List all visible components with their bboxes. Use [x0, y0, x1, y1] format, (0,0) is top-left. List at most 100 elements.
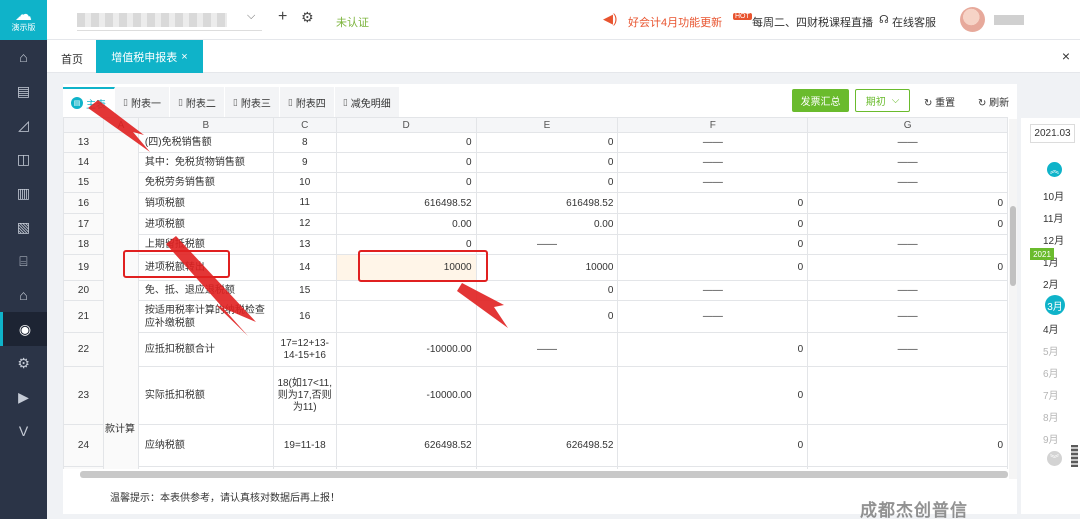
- value-cell-f[interactable]: 0: [617, 192, 809, 214]
- company-name-blurred[interactable]: [77, 13, 227, 27]
- line-number-cell[interactable]: 16: [272, 300, 337, 333]
- row-number[interactable]: 18: [63, 234, 104, 255]
- item-name-cell[interactable]: 进项税额: [137, 213, 274, 235]
- value-cell-e[interactable]: 0: [475, 280, 619, 301]
- value-cell-g[interactable]: 0: [807, 424, 1008, 467]
- value-cell-g[interactable]: 0: [807, 213, 1008, 235]
- value-cell-d[interactable]: 0.00: [335, 213, 477, 235]
- value-cell-e[interactable]: ——: [475, 234, 619, 255]
- value-cell-d[interactable]: 0: [335, 234, 477, 255]
- promo-link[interactable]: 好会计4月功能更新: [628, 14, 722, 30]
- nav-v-icon[interactable]: V: [0, 414, 47, 448]
- line-number-cell[interactable]: 12: [272, 213, 337, 235]
- line-number-cell[interactable]: 11: [272, 192, 337, 214]
- value-cell-e[interactable]: 0: [475, 300, 619, 333]
- value-cell-f[interactable]: ——: [617, 280, 809, 301]
- item-name-cell[interactable]: (四)免税销售额: [137, 132, 274, 153]
- avatar[interactable]: [960, 7, 985, 32]
- value-cell-d[interactable]: 0: [335, 132, 477, 153]
- nav-settings-icon[interactable]: ⚙: [0, 346, 47, 380]
- value-cell-d[interactable]: 10000: [335, 254, 477, 281]
- current-period[interactable]: 2021.03: [1030, 124, 1075, 143]
- online-service-link[interactable]: 在线客服: [892, 14, 936, 30]
- row-number[interactable]: 22: [63, 332, 104, 367]
- value-cell-f[interactable]: 0: [617, 234, 809, 255]
- value-cell-f[interactable]: 0: [617, 254, 809, 281]
- value-cell-d[interactable]: 626498.52: [335, 424, 477, 467]
- value-cell-d[interactable]: [335, 280, 477, 301]
- nav-tax-icon[interactable]: ◉: [0, 312, 47, 346]
- month-selected[interactable]: 3月: [1045, 295, 1065, 315]
- value-cell-g[interactable]: [807, 466, 1008, 469]
- value-cell-d[interactable]: 616498.52: [335, 192, 477, 214]
- value-cell-g[interactable]: ——: [807, 132, 1008, 153]
- row-number[interactable]: 19: [63, 254, 104, 281]
- invoice-summary-button[interactable]: 发票汇总: [792, 89, 849, 112]
- value-cell-f[interactable]: ——: [617, 152, 809, 173]
- item-name-cell[interactable]: 期末留抵税额: [137, 466, 274, 469]
- value-cell-e[interactable]: 616498.52: [475, 192, 619, 214]
- month-item[interactable]: 6月: [1043, 365, 1059, 380]
- value-cell-g[interactable]: 0: [807, 192, 1008, 214]
- value-cell-g[interactable]: ——: [807, 172, 1008, 193]
- nav-voucher-icon[interactable]: ▤: [0, 74, 47, 108]
- double-chevron-up-icon[interactable]: ︽: [1047, 162, 1062, 177]
- plus-icon[interactable]: +: [278, 8, 287, 26]
- column-header[interactable]: B: [137, 117, 274, 133]
- nav-media-icon[interactable]: ▶: [0, 380, 47, 414]
- month-item[interactable]: 8月: [1043, 409, 1059, 424]
- line-number-cell[interactable]: 15: [272, 280, 337, 301]
- nav-chart-icon[interactable]: ◿: [0, 108, 47, 142]
- value-cell-e[interactable]: 626498.52: [475, 424, 619, 467]
- column-header[interactable]: G: [807, 117, 1008, 133]
- sheet-tab-schedule-2[interactable]: ▯ 附表二: [169, 87, 225, 117]
- item-name-cell[interactable]: 进项税额转出: [137, 254, 274, 281]
- row-number[interactable]: 25: [63, 466, 104, 469]
- value-cell-e[interactable]: 0: [475, 132, 619, 153]
- row-number[interactable]: 23: [63, 366, 104, 425]
- value-cell-g[interactable]: 0: [807, 254, 1008, 281]
- line-number-cell[interactable]: 10: [272, 172, 337, 193]
- value-cell-f[interactable]: ——: [617, 132, 809, 153]
- vertical-scrollbar-thumb[interactable]: [1010, 206, 1016, 286]
- item-name-cell[interactable]: 应纳税额: [137, 424, 274, 467]
- value-cell-f[interactable]: ——: [617, 300, 809, 333]
- refresh-button[interactable]: ↻ 刷新: [978, 94, 1009, 109]
- close-all-icon[interactable]: ×: [1062, 48, 1070, 64]
- vertical-scrollbar-track[interactable]: [1009, 119, 1017, 479]
- line-number-cell[interactable]: 17=12+13-14-15+16: [272, 332, 337, 367]
- nav-report-icon[interactable]: ▧: [0, 210, 47, 244]
- value-cell-f[interactable]: ——: [617, 172, 809, 193]
- item-name-cell[interactable]: 上期留抵税额: [137, 234, 274, 255]
- value-cell-d[interactable]: 0: [335, 152, 477, 173]
- month-item[interactable]: 5月: [1043, 343, 1059, 358]
- value-cell-g[interactable]: ——: [807, 280, 1008, 301]
- value-cell-g[interactable]: ——: [807, 332, 1008, 367]
- nav-home-icon[interactable]: ⌂: [0, 40, 47, 74]
- value-cell-e[interactable]: [475, 366, 619, 425]
- value-cell-f[interactable]: [617, 466, 809, 469]
- row-number[interactable]: 14: [63, 152, 104, 173]
- live-course-link[interactable]: 每周二、四财税课程直播: [752, 14, 873, 30]
- side-handle[interactable]: [1071, 445, 1078, 467]
- row-number[interactable]: 13: [63, 132, 104, 153]
- column-header[interactable]: F: [617, 117, 809, 133]
- line-number-cell[interactable]: 19=11-18: [272, 424, 337, 467]
- value-cell-g[interactable]: [807, 366, 1008, 425]
- value-cell-f[interactable]: 0: [617, 213, 809, 235]
- column-header[interactable]: E: [475, 117, 619, 133]
- nav-bank-icon[interactable]: ⌸: [0, 244, 47, 278]
- column-header[interactable]: D: [335, 117, 477, 133]
- nav-book-icon[interactable]: ▥: [0, 176, 47, 210]
- value-cell-g[interactable]: ——: [807, 300, 1008, 333]
- item-name-cell[interactable]: 销项税额: [137, 192, 274, 214]
- chevron-down-icon[interactable]: ⌵: [247, 10, 255, 23]
- row-number[interactable]: 21: [63, 300, 104, 333]
- value-cell-d[interactable]: -10000.00: [335, 332, 477, 367]
- line-number-cell[interactable]: 20=17-18: [272, 466, 337, 469]
- horizontal-scrollbar[interactable]: [80, 471, 1008, 478]
- app-logo[interactable]: ☁ 演示版: [0, 0, 47, 40]
- sheet-tab-schedule-3[interactable]: ▯ 附表三: [224, 87, 280, 117]
- tab-vat-return[interactable]: 增值税申报表 ×: [96, 40, 203, 73]
- tab-home[interactable]: 首页: [61, 51, 83, 67]
